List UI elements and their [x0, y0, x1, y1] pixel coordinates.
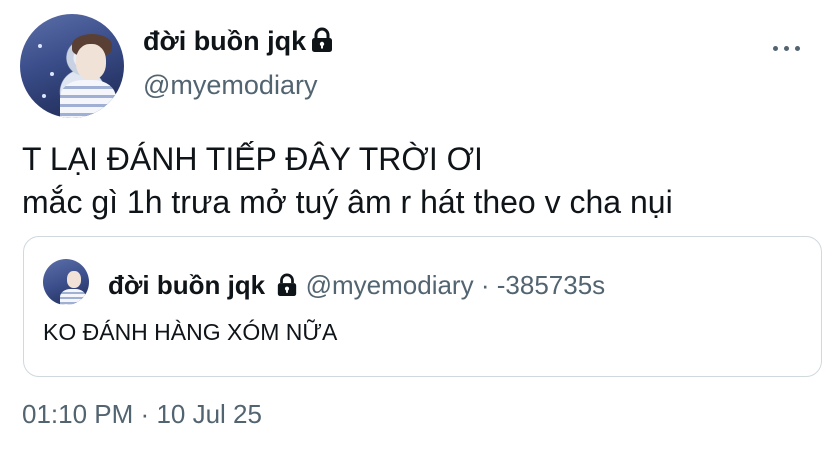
author-display-name[interactable]: đời buồn jqk [143, 26, 334, 59]
tweet-text: T LẠI ĐÁNH TIẾP ĐÂY TRỜI ƠI mắc gì 1h tr… [22, 138, 812, 224]
author-name-text: đời buồn jqk [143, 26, 307, 56]
lock-icon [310, 27, 334, 59]
avatar-sparkle [38, 44, 42, 48]
lock-icon [276, 273, 298, 303]
quoted-tweet[interactable]: đời buồn jqk @myemodiary · -385735s KO Đ… [23, 236, 822, 377]
avatar-face [76, 44, 106, 80]
tweet-text-line: mắc gì 1h trưa mở tuý âm r hát theo v ch… [22, 184, 673, 220]
more-dot [783, 45, 789, 51]
timestamp-time: 01:10 PM [22, 399, 134, 429]
avatar-shirt [60, 289, 86, 305]
quoted-header: đời buồn jqk @myemodiary · -385735s [108, 270, 605, 303]
avatar-shirt [60, 80, 116, 118]
quoted-display-name: đời buồn jqk [108, 270, 266, 300]
quoted-separator: · [480, 270, 490, 300]
tweet-text-line: T LẠI ĐÁNH TIẾP ĐÂY TRỜI ƠI [22, 141, 483, 177]
tweet-timestamp[interactable]: 01:10 PM · 10 Jul 25 [22, 398, 262, 430]
more-horizontal-icon[interactable] [770, 38, 802, 58]
quoted-author-avatar [43, 259, 89, 305]
quoted-time: -385735s [496, 270, 606, 300]
author-avatar[interactable] [20, 14, 124, 118]
timestamp-separator: · [140, 399, 150, 429]
quoted-text: KO ĐÁNH HÀNG XÓM NỮA [43, 319, 338, 345]
avatar-sparkle [50, 72, 54, 76]
timestamp-date: 10 Jul 25 [156, 399, 262, 429]
avatar-sparkle [42, 94, 46, 98]
more-dot [772, 45, 778, 51]
quoted-handle: @myemodiary [305, 270, 474, 300]
author-handle[interactable]: @myemodiary [143, 70, 317, 100]
avatar-face [67, 271, 81, 288]
more-dot [794, 45, 800, 51]
